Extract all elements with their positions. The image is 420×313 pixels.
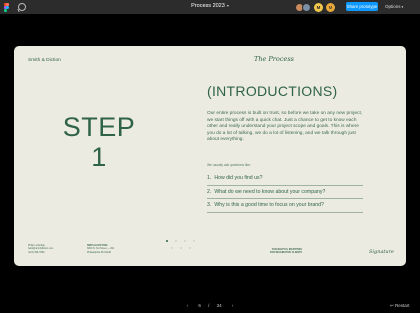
restart-button[interactable]: ↩ Restart	[390, 303, 410, 309]
question-number: 1.	[207, 175, 212, 181]
pagination-dot[interactable]	[184, 240, 187, 243]
slide-pager: ‹ 6 / 34 ›	[0, 303, 420, 308]
section-script-title: The Process	[254, 55, 294, 63]
question-item: 1. How did you find us?	[207, 172, 363, 186]
pagination-dot[interactable]	[175, 240, 178, 243]
footer-tagline: THOUGHTFUL IDENTITIES FOR IMAGINATIVE CL…	[242, 248, 302, 255]
share-prototype-button[interactable]: Share prototype	[346, 2, 378, 11]
step-title: STEP 1	[44, 112, 154, 172]
question-number: 3.	[207, 202, 212, 208]
brand-name: Smith & Diction	[28, 58, 61, 63]
pagination-dot[interactable]	[180, 247, 183, 250]
pagination-dot[interactable]	[166, 240, 169, 243]
restart-icon: ↩	[390, 303, 394, 308]
question-text: Why is this a good time to focus on your…	[214, 202, 324, 208]
options-menu[interactable]: Options▾	[385, 4, 403, 9]
top-toolbar: Process 2023 ▾ M M Share prototype Option…	[0, 0, 420, 14]
chevron-down-icon: ▾	[401, 5, 404, 9]
footer-line: Philadelphia PA 19128	[87, 250, 111, 254]
slide-body-text: Our entire process is built on trust, so…	[207, 111, 363, 143]
avatar[interactable]	[302, 2, 311, 12]
figma-logo-icon[interactable]	[4, 3, 9, 12]
current-page: 6	[198, 303, 201, 308]
collaborator-avatars: M M	[295, 2, 335, 12]
signature: Signature	[369, 249, 395, 255]
footer-line: (123) 456-7890	[28, 250, 45, 254]
current-slide-number: 6 / 34	[195, 303, 224, 308]
current-user-avatar[interactable]: M	[326, 2, 335, 12]
pagination-dots	[166, 240, 200, 250]
comment-icon[interactable]	[18, 3, 26, 11]
questions-label: We usually ask questions like:	[207, 163, 251, 167]
slide-heading: (INTRODUCTIONS)	[207, 83, 338, 99]
options-label: Options	[385, 4, 401, 9]
previous-slide-button[interactable]: ‹	[187, 303, 189, 308]
step-word: STEP	[62, 112, 136, 142]
footer-address: SMITH & DICTION 3000 N. 3rd Street — 201…	[87, 244, 114, 254]
pagination-dot[interactable]	[193, 240, 196, 243]
step-number: 1	[91, 142, 107, 172]
page-separator: /	[208, 303, 210, 308]
collaborator-badge[interactable]: M	[314, 2, 323, 12]
document-title[interactable]: Process 2023	[191, 3, 225, 9]
next-slide-button[interactable]: ›	[232, 303, 234, 308]
presentation-slide: Smith & Diction The Process STEP 1 (INTR…	[14, 46, 406, 266]
question-item: 3. Why is this a good time to focus on yo…	[207, 199, 363, 213]
pagination-dot[interactable]	[189, 247, 192, 250]
question-text: What do we need to know about your compa…	[214, 188, 326, 195]
question-item: 2. What do we need to know about your com…	[207, 186, 363, 199]
question-text: How did you find us?	[214, 175, 263, 181]
pagination-dot[interactable]	[171, 247, 174, 250]
restart-label: Restart	[395, 303, 410, 308]
chevron-down-icon[interactable]: ▾	[227, 3, 229, 8]
footer-line: FOR IMAGINATIVE CLIENTS	[269, 251, 302, 255]
footer-contact: Philip Lockridge hello@smithdiction.com …	[28, 244, 53, 254]
total-pages: 34	[216, 303, 222, 308]
question-number: 2.	[207, 188, 212, 195]
questions-list: 1. How did you find us? 2. What do we need…	[207, 172, 363, 213]
